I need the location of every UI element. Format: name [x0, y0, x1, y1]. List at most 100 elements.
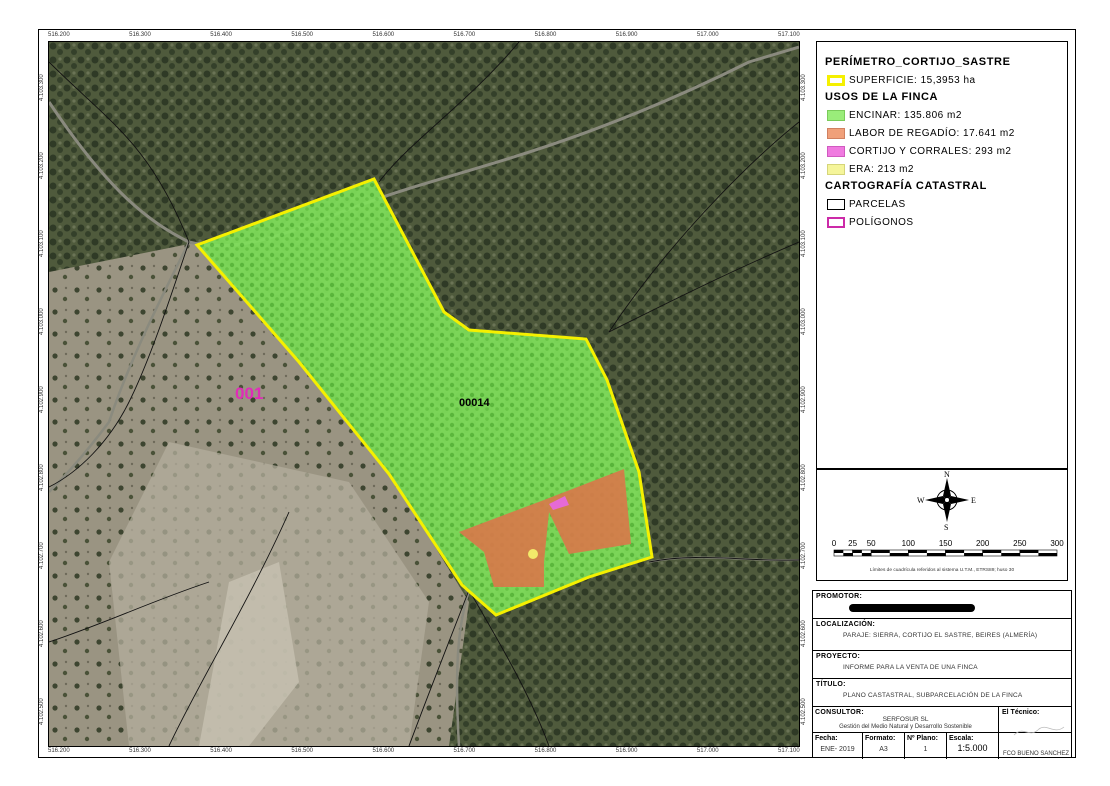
scale-bar-segment: [908, 550, 927, 553]
legend-label: PARCELAS: [849, 198, 906, 210]
tick-label-y: 4.103.100: [39, 230, 45, 257]
legend-label: SUPERFICIE: 15,3953 ha: [849, 74, 976, 86]
legend-label: POLÍGONOS: [849, 216, 914, 228]
scale-label: 200: [976, 539, 990, 548]
proyecto-value: INFORME PARA LA VENTA DE UNA FINCA: [843, 664, 978, 671]
title-block: PROMOTOR: LOCALIZACIÓN: PARAJE: SIERRA, …: [812, 590, 1073, 759]
scale-bar-segment: [889, 553, 909, 556]
tick-label-y: 4.103.200: [801, 152, 807, 179]
scale-bar-segment: [843, 553, 853, 556]
tick-label-x: 517.100: [778, 32, 800, 38]
formato-value: A3: [879, 746, 888, 753]
tick-label-y: 4.103.300: [801, 74, 807, 101]
legend-item-superficie: SUPERFICIE: 15,3953 ha: [827, 73, 1059, 87]
compass-w: W: [917, 496, 925, 505]
legend-item-era: ERA: 213 m2: [827, 162, 1059, 176]
tick-label-x: 516.600: [372, 32, 395, 38]
scale-label: 300: [1050, 539, 1064, 548]
scale-bar-segment: [964, 553, 983, 556]
legend-item-cortijo: CORTIJO Y CORRALES: 293 m2: [827, 144, 1059, 158]
tick-label-x: 516.400: [210, 748, 232, 754]
proyecto-section: PROYECTO: INFORME PARA LA VENTA DE UNA F…: [813, 651, 1071, 679]
scale-label: 25: [848, 539, 857, 548]
scale-label: 50: [867, 539, 876, 548]
compass-e: E: [971, 496, 976, 505]
tick-label-x: 516.500: [291, 748, 314, 754]
tick-label-x: 517.000: [696, 748, 719, 754]
tick-label-x: 516.900: [615, 748, 638, 754]
scale-label: 0: [832, 539, 837, 548]
tecnico-cell: El Técnico: FCO BUENO SANCHEZ: [999, 707, 1073, 759]
tick-label-y: 4.102.500: [801, 698, 807, 725]
parcelas-swatch: [827, 198, 845, 210]
promotor-section: PROMOTOR:: [813, 591, 1071, 619]
tick-label-x: 516.800: [534, 32, 557, 38]
legend-title-catastral: CARTOGRAFÍA CATASTRAL: [825, 180, 987, 192]
poligonos-swatch: [827, 216, 845, 228]
tick-label-y: 4.103.300: [39, 74, 45, 101]
legend-item-labor: LABOR DE REGADÍO: 17.641 m2: [827, 126, 1059, 140]
tick-label-y: 4.102.900: [39, 386, 45, 413]
compass-rose-icon: [925, 478, 969, 522]
legend-label: ENCINAR: 135.806 m2: [849, 109, 962, 121]
tick-label-y: 4.103.000: [39, 308, 45, 335]
tick-label-y: 4.102.800: [801, 464, 807, 491]
escala-label: Escala:: [949, 735, 974, 742]
scale-bar-segment: [945, 550, 965, 553]
signature-image: [1013, 726, 1065, 736]
tick-label-y: 4.103.100: [801, 230, 807, 257]
legend-label: CORTIJO Y CORRALES: 293 m2: [849, 145, 1012, 157]
legend-item-poligonos: POLÍGONOS: [827, 215, 1059, 229]
tick-label-x: 516.300: [129, 748, 151, 754]
tick-label-x: 516.700: [453, 748, 476, 754]
tick-label-x: 517.000: [696, 32, 719, 38]
scale-label: 150: [939, 539, 953, 548]
tick-label-x: 516.700: [453, 32, 476, 38]
titulo-value: PLANO CASTASTRAL, SUBPARCELACIÓN DE LA F…: [843, 692, 1023, 699]
fecha-cell: Fecha: ENE- 2019: [813, 733, 863, 759]
tick-label-y: 4.102.600: [39, 620, 45, 647]
legend-item-encinar: ENCINAR: 135.806 m2: [827, 108, 1059, 122]
legend-panel: PERÍMETRO_CORTIJO_SASTRE SUPERFICIE: 15,…: [816, 41, 1068, 469]
tick-label-x: 516.400: [210, 32, 232, 38]
tick-label-y: 4.102.600: [801, 620, 807, 647]
consultor-name: SERFOSUR SL: [882, 716, 929, 723]
scale-bar-segment: [834, 550, 844, 553]
tick-label-x: 517.100: [778, 748, 800, 754]
tick-label-x: 516.500: [291, 32, 314, 38]
polygon-label-001: 001: [235, 384, 264, 403]
escala-cell: Escala: 1:5.000: [947, 733, 999, 759]
consultor-cell: CONSULTOR: SERFOSUR SL Gestión del Medio…: [813, 707, 999, 732]
meta-row: Fecha: ENE- 2019 Formato: A3 Nº Plano: 1…: [813, 733, 999, 759]
scale-bar-segment: [1038, 553, 1057, 556]
consultor-label: CONSULTOR:: [815, 709, 865, 716]
perimeter-swatch: [827, 74, 845, 86]
tick-label-y: 4.102.900: [801, 386, 807, 413]
scale-bar-segment: [871, 550, 890, 553]
scale-bar-segment: [852, 550, 862, 553]
legend-label: ERA: 213 m2: [849, 163, 914, 175]
map-canvas: [49, 42, 799, 746]
localizacion-value: PARAJE: SIERRA, CORTIJO EL SASTRE, BEIRE…: [843, 632, 1038, 639]
scale-label: 250: [1013, 539, 1027, 548]
scale-bar-segment: [1019, 550, 1039, 553]
era-zone[interactable]: [528, 549, 538, 559]
scale-bar: 0 25 50 100 150 200 250 300: [832, 539, 1064, 557]
formato-cell: Formato: A3: [863, 733, 905, 759]
cortijo-swatch: [827, 145, 845, 157]
tick-label-y: 4.102.800: [39, 464, 45, 491]
aerial-map[interactable]: 00014 001: [48, 41, 800, 747]
localizacion-section: LOCALIZACIÓN: PARAJE: SIERRA, CORTIJO EL…: [813, 619, 1071, 651]
tick-label-y: 4.102.500: [39, 698, 45, 725]
scale-bar-segment: [861, 553, 872, 556]
localizacion-label: LOCALIZACIÓN:: [816, 621, 876, 628]
tick-label-x: 516.200: [48, 32, 70, 38]
tecnico-name: FCO BUENO SANCHEZ: [1002, 751, 1069, 757]
consultor-desc: Gestión del Medio Natural y Desarrollo S…: [839, 724, 972, 730]
compass-rose-svg: N S W E 0 25 50 100 150 200 250 300 Límites de …: [832, 470, 1064, 573]
proyecto-label: PROYECTO:: [816, 653, 861, 660]
tick-label-y: 4.103.200: [39, 152, 45, 179]
escala-value: 1:5.000: [957, 743, 988, 753]
encinar-swatch: [827, 109, 845, 121]
titulo-label: TÍTULO:: [816, 681, 846, 688]
